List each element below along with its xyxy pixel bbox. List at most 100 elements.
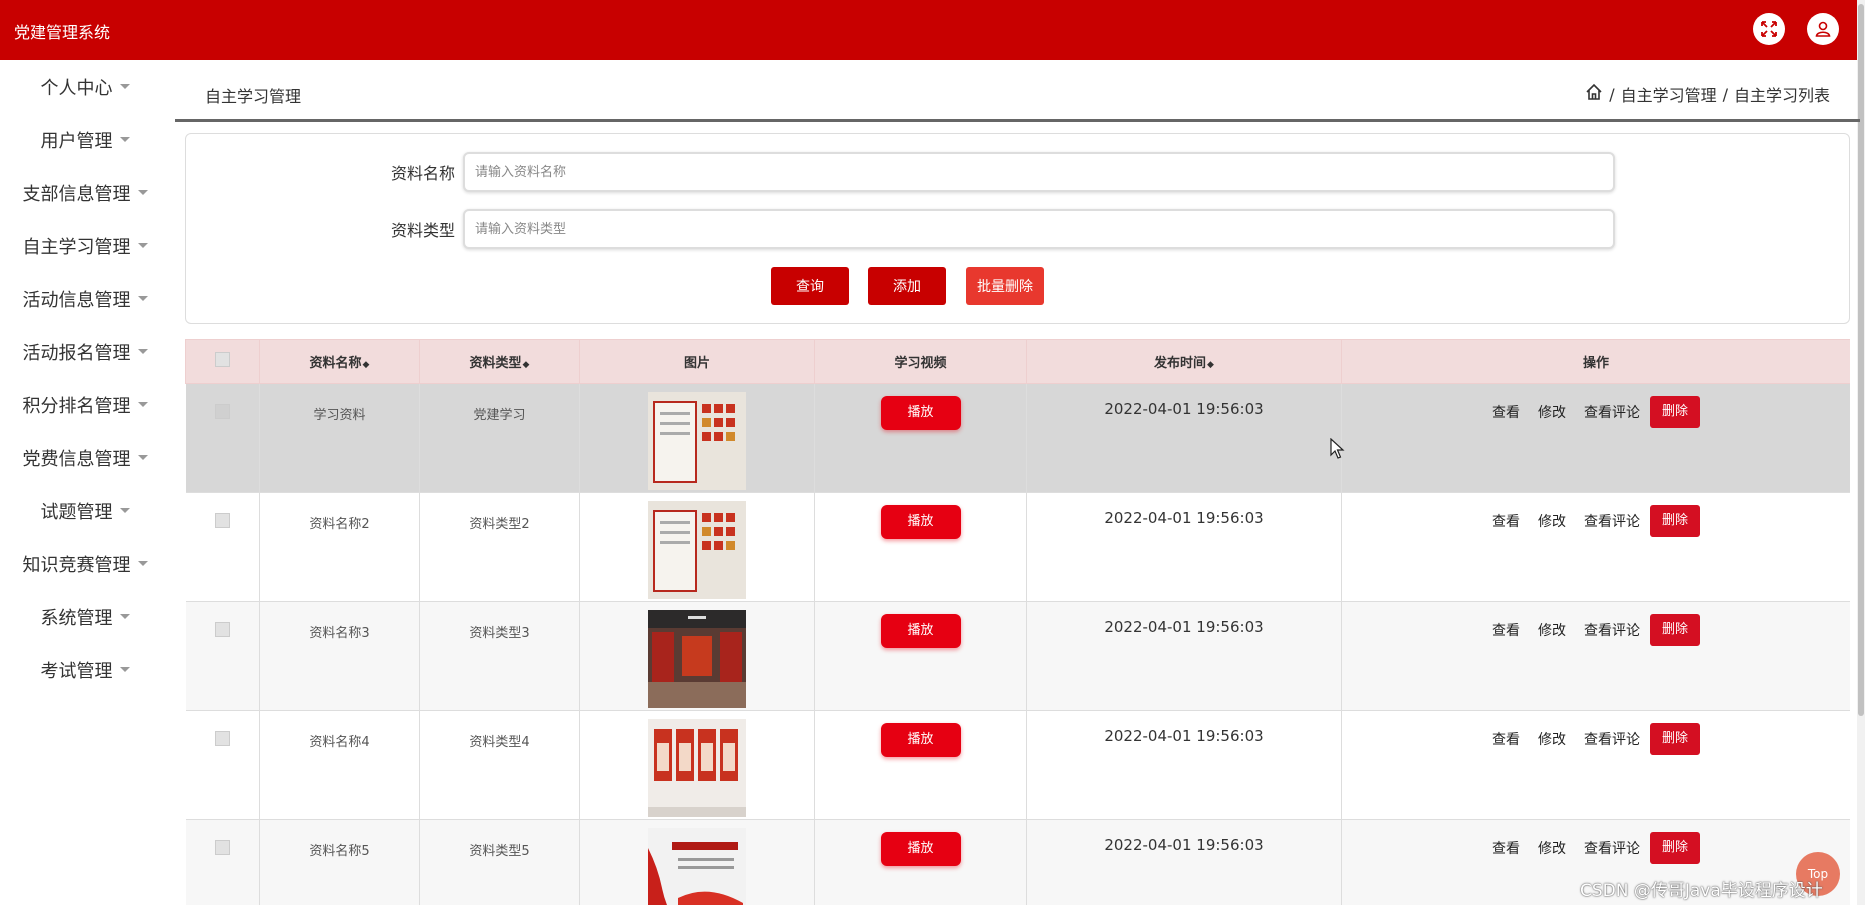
table-row: 资料名称4 资料类型4 播放 2022-04-01 19:56:03 查看 修改… — [185, 710, 1850, 820]
cell-name: 资料名称5 — [259, 819, 420, 905]
column-type[interactable]: 资料类型◆ — [419, 339, 580, 384]
view-link[interactable]: 查看 — [1492, 838, 1520, 858]
play-button[interactable]: 播放 — [880, 832, 961, 866]
material-thumbnail — [648, 610, 746, 708]
row-checkbox[interactable] — [185, 601, 260, 711]
cell-time: 2022-04-01 19:56:03 — [1104, 618, 1264, 636]
cell-name: 学习资料 — [259, 383, 420, 493]
sidebar-item-branch-info[interactable]: 支部信息管理 — [0, 166, 170, 219]
table-row: 资料名称2 资料类型2 播放 2022-04-01 19:56:03 查看 修改… — [185, 492, 1850, 602]
view-comments-link[interactable]: 查看评论 — [1584, 620, 1640, 640]
sidebar-item-party-fee[interactable]: 党费信息管理 — [0, 431, 170, 484]
select-all-checkbox[interactable] — [185, 339, 260, 384]
mouse-cursor-icon — [1330, 438, 1345, 459]
cell-time: 2022-04-01 19:56:03 — [1104, 509, 1264, 527]
view-link[interactable]: 查看 — [1492, 729, 1520, 749]
breadcrumb: / 自主学习管理 / 自主学习列表 — [1585, 82, 1830, 106]
chevron-down-icon — [137, 349, 148, 354]
chevron-down-icon — [137, 190, 148, 195]
table-row: 学习资料 党建学习 播放 2022-04-01 19:56:03 查看 修改 查… — [185, 383, 1850, 493]
page-title: 自主学习管理 — [205, 87, 302, 106]
edit-link[interactable]: 修改 — [1538, 511, 1566, 531]
edit-link[interactable]: 修改 — [1538, 620, 1566, 640]
sidebar-item-system[interactable]: 系统管理 — [0, 590, 170, 643]
cell-type: 资料类型3 — [419, 601, 580, 711]
view-link[interactable]: 查看 — [1492, 620, 1520, 640]
row-checkbox[interactable] — [185, 710, 260, 820]
user-avatar-icon[interactable] — [1807, 13, 1839, 45]
material-thumbnail — [648, 392, 746, 490]
fullscreen-icon[interactable] — [1753, 13, 1785, 45]
chevron-down-icon — [137, 402, 148, 407]
view-comments-link[interactable]: 查看评论 — [1584, 511, 1640, 531]
play-button[interactable]: 播放 — [880, 614, 961, 648]
page-scrollbar[interactable] — [1857, 0, 1865, 905]
row-checkbox[interactable] — [185, 819, 260, 905]
edit-link[interactable]: 修改 — [1538, 729, 1566, 749]
row-checkbox[interactable] — [185, 492, 260, 602]
sidebar-item-quiz-contest[interactable]: 知识竞赛管理 — [0, 537, 170, 590]
chevron-down-icon — [137, 296, 148, 301]
breadcrumb-item[interactable]: 自主学习管理 — [1621, 82, 1717, 106]
view-link[interactable]: 查看 — [1492, 511, 1520, 531]
sidebar-item-personal-center[interactable]: 个人中心 — [0, 60, 170, 113]
play-button[interactable]: 播放 — [880, 396, 961, 430]
view-comments-link[interactable]: 查看评论 — [1584, 838, 1640, 858]
top-bar: 党建管理系统 — [0, 0, 1865, 60]
chevron-down-icon — [119, 137, 130, 142]
sidebar-item-user-management[interactable]: 用户管理 — [0, 113, 170, 166]
cell-time: 2022-04-01 19:56:03 — [1104, 727, 1264, 745]
view-comments-link[interactable]: 查看评论 — [1584, 402, 1640, 422]
cell-name: 资料名称3 — [259, 601, 420, 711]
delete-button[interactable]: 删除 — [1650, 832, 1700, 864]
chevron-down-icon — [119, 667, 130, 672]
type-search-input[interactable] — [463, 209, 1615, 249]
query-button[interactable]: 查询 — [771, 267, 849, 305]
delete-button[interactable]: 删除 — [1650, 396, 1700, 428]
cell-time: 2022-04-01 19:56:03 — [1104, 400, 1264, 418]
column-image: 图片 — [579, 339, 815, 384]
delete-button[interactable]: 删除 — [1650, 614, 1700, 646]
chevron-down-icon — [119, 84, 130, 89]
row-checkbox[interactable] — [185, 383, 260, 493]
play-button[interactable]: 播放 — [880, 723, 961, 757]
watermark: CSDN @传哥Java毕设程序设计 — [1580, 881, 1823, 901]
delete-button[interactable]: 删除 — [1650, 723, 1700, 755]
chevron-down-icon — [137, 561, 148, 566]
column-time[interactable]: 发布时间◆ — [1026, 339, 1342, 384]
add-button[interactable]: 添加 — [868, 267, 946, 305]
sidebar-item-points-ranking[interactable]: 积分排名管理 — [0, 378, 170, 431]
content-header: 自主学习管理 / 自主学习管理 / 自主学习列表 — [175, 60, 1860, 122]
batch-delete-button[interactable]: 批量删除 — [966, 267, 1044, 305]
breadcrumb-item: 自主学习列表 — [1733, 86, 1830, 105]
home-icon[interactable] — [1585, 83, 1603, 105]
cell-name: 资料名称4 — [259, 710, 420, 820]
view-link[interactable]: 查看 — [1492, 402, 1520, 422]
column-ops: 操作 — [1341, 339, 1850, 384]
chevron-down-icon — [137, 243, 148, 248]
search-form: 资料名称 资料类型 查询 添加 批量删除 — [185, 133, 1850, 324]
chevron-down-icon — [119, 614, 130, 619]
table-header: 资料名称◆ 资料类型◆ 图片 学习视频 发布时间◆ 操作 — [185, 339, 1850, 384]
cell-type: 资料类型4 — [419, 710, 580, 820]
data-table: 资料名称◆ 资料类型◆ 图片 学习视频 发布时间◆ 操作 学习资料 党建学习 播… — [185, 339, 1850, 905]
name-search-input[interactable] — [463, 152, 1615, 192]
view-comments-link[interactable]: 查看评论 — [1584, 729, 1640, 749]
sidebar-item-activity-signup[interactable]: 活动报名管理 — [0, 325, 170, 378]
sidebar-item-exam[interactable]: 考试管理 — [0, 643, 170, 696]
material-thumbnail — [648, 828, 746, 905]
sidebar-item-self-study[interactable]: 自主学习管理 — [0, 219, 170, 272]
edit-link[interactable]: 修改 — [1538, 838, 1566, 858]
type-label: 资料类型 — [390, 221, 455, 240]
column-name[interactable]: 资料名称◆ — [259, 339, 420, 384]
column-video: 学习视频 — [814, 339, 1027, 384]
delete-button[interactable]: 删除 — [1650, 505, 1700, 537]
cell-type: 党建学习 — [419, 383, 580, 493]
cell-name: 资料名称2 — [259, 492, 420, 602]
material-thumbnail — [648, 501, 746, 599]
cell-type: 资料类型2 — [419, 492, 580, 602]
sidebar-item-questions[interactable]: 试题管理 — [0, 484, 170, 537]
sidebar-item-activity-info[interactable]: 活动信息管理 — [0, 272, 170, 325]
edit-link[interactable]: 修改 — [1538, 402, 1566, 422]
play-button[interactable]: 播放 — [880, 505, 961, 539]
